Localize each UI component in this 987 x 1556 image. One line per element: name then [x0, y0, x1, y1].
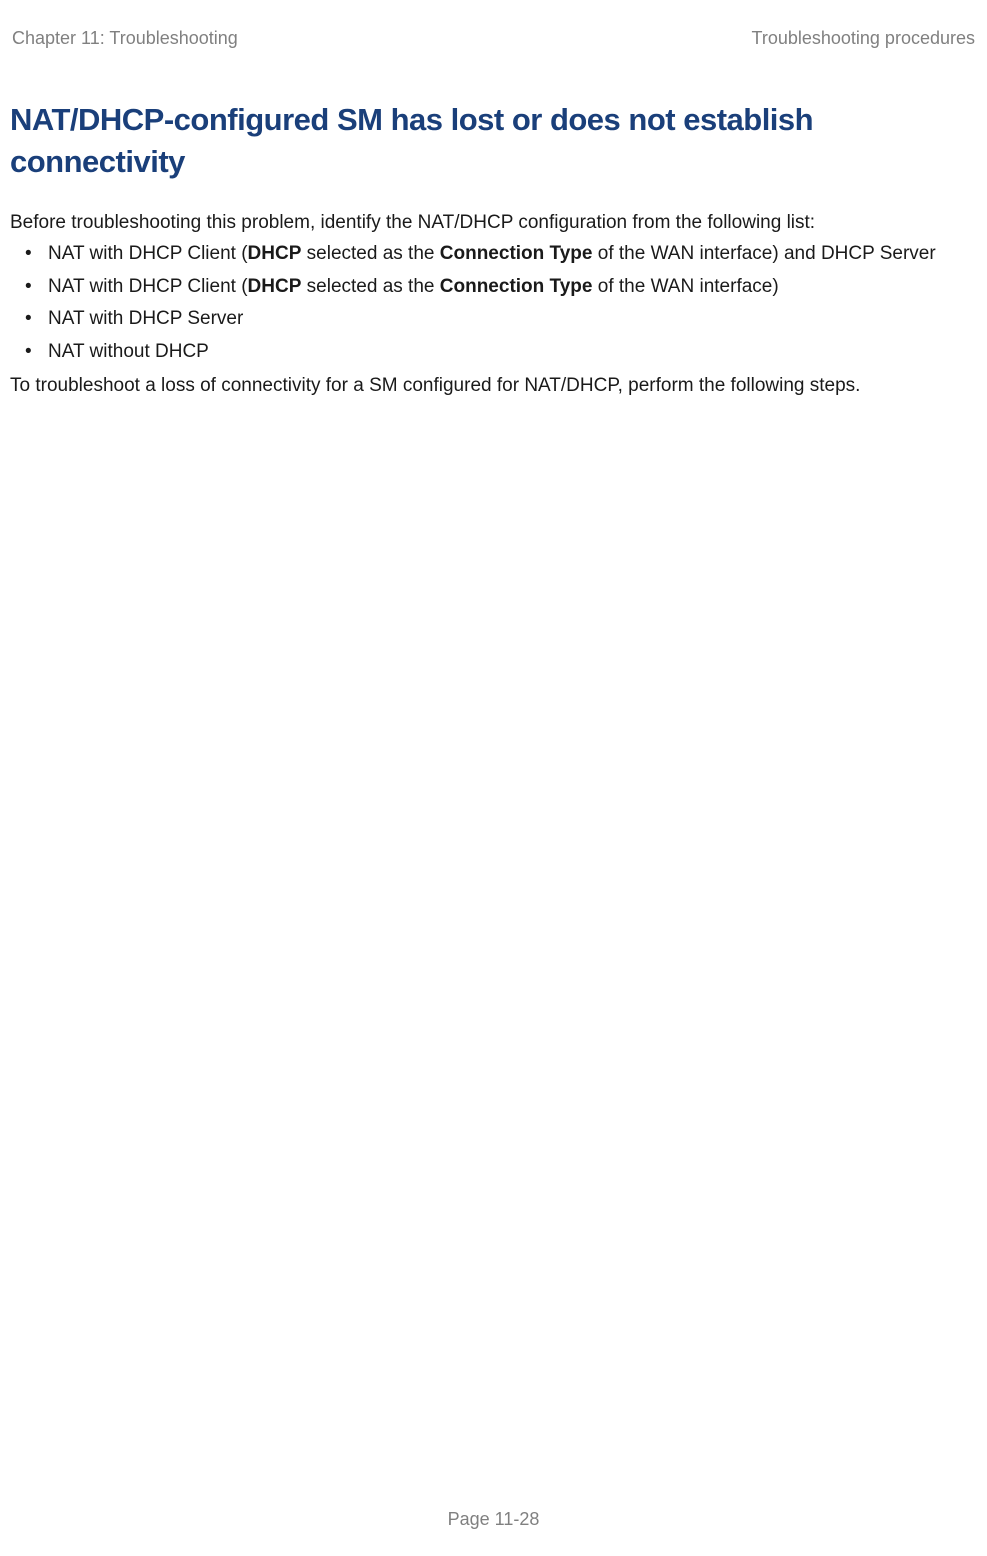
intro-paragraph: Before troubleshooting this problem, ide…: [10, 209, 977, 237]
page-header: Chapter 11: Troubleshooting Troubleshoot…: [10, 28, 977, 49]
li4-text: NAT without DHCP: [48, 341, 209, 362]
li1-text-2: selected as the: [301, 243, 439, 264]
li2-text-1: NAT with DHCP Client (: [48, 276, 248, 297]
li1-bold-1: DHCP: [248, 243, 302, 264]
list-item: NAT with DHCP Client (DHCP selected as t…: [10, 273, 977, 302]
list-item: NAT with DHCP Server: [10, 305, 977, 334]
page-number: Page 11-28: [448, 1509, 540, 1529]
li2-bold-2: Connection Type: [440, 276, 593, 297]
outro-paragraph: To troubleshoot a loss of connectivity f…: [10, 372, 977, 400]
li2-text-3: of the WAN interface): [592, 276, 778, 297]
header-section: Troubleshooting procedures: [752, 28, 975, 49]
page-container: Chapter 11: Troubleshooting Troubleshoot…: [0, 0, 987, 1556]
section-title: NAT/DHCP-configured SM has lost or does …: [10, 99, 977, 183]
page-footer: Page 11-28: [0, 1509, 987, 1530]
li1-bold-2: Connection Type: [440, 243, 593, 264]
li1-text-1: NAT with DHCP Client (: [48, 243, 248, 264]
list-item: NAT with DHCP Client (DHCP selected as t…: [10, 240, 977, 269]
li1-text-3: of the WAN interface) and DHCP Server: [592, 243, 935, 264]
li2-bold-1: DHCP: [248, 276, 302, 297]
li2-text-2: selected as the: [301, 276, 439, 297]
li3-text: NAT with DHCP Server: [48, 308, 243, 329]
list-item: NAT without DHCP: [10, 338, 977, 367]
config-list: NAT with DHCP Client (DHCP selected as t…: [10, 240, 977, 366]
header-chapter: Chapter 11: Troubleshooting: [12, 28, 238, 49]
